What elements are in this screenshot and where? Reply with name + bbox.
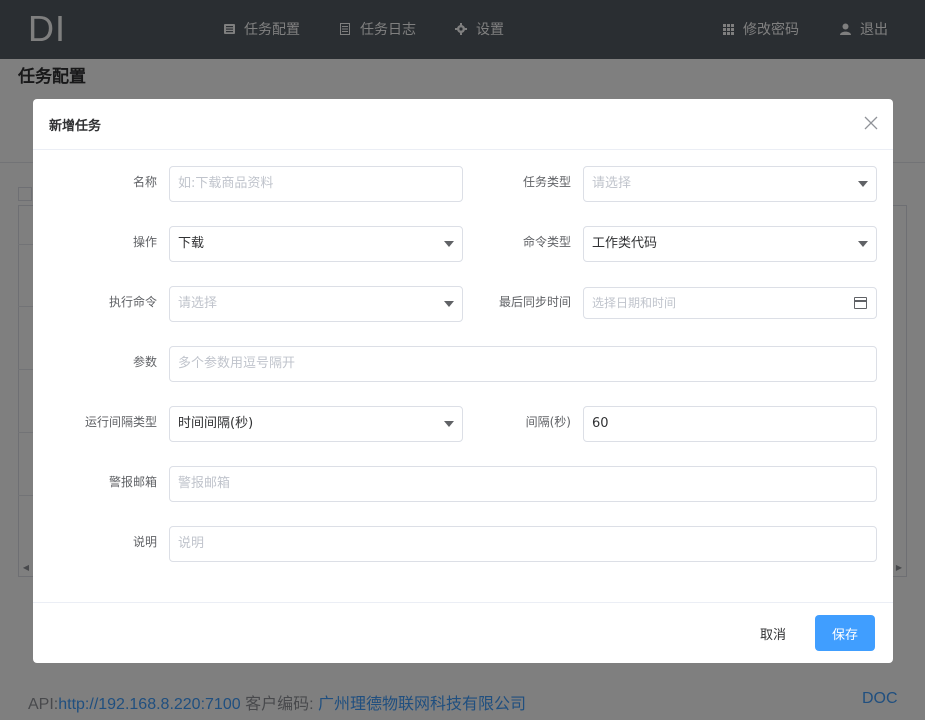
save-button[interactable]: 保存 [815, 615, 875, 651]
chevron-down-icon [858, 241, 868, 247]
last-sync-label: 最后同步时间 [498, 295, 571, 309]
alert-email-input[interactable]: 警报邮箱 [169, 466, 877, 502]
last-sync-datetime-picker[interactable]: 选择日期和时间 [583, 287, 877, 319]
description-input[interactable]: 说明 [169, 526, 877, 562]
exec-command-placeholder: 请选择 [178, 296, 218, 311]
name-input[interactable]: 如:下载商品资料 [169, 166, 463, 202]
chevron-down-icon [444, 301, 454, 307]
exec-command-label: 执行命令 [108, 295, 157, 309]
interval-type-value: 时间间隔(秒) [178, 416, 254, 431]
command-type-value: 工作类代码 [592, 236, 658, 251]
description-placeholder: 说明 [178, 536, 205, 551]
dialog-header-divider [33, 149, 893, 150]
dialog-title: 新增任务 [49, 119, 102, 134]
operation-value: 下载 [178, 236, 205, 251]
interval-type-label: 运行间隔类型 [84, 415, 157, 429]
cancel-button[interactable]: 取消 [745, 615, 801, 651]
interval-label: 间隔(秒) [525, 415, 571, 429]
params-input[interactable]: 多个参数用逗号隔开 [169, 346, 877, 382]
name-placeholder: 如:下载商品资料 [178, 176, 274, 191]
params-placeholder: 多个参数用逗号隔开 [178, 356, 296, 371]
chevron-down-icon [444, 241, 454, 247]
interval-type-select[interactable]: 时间间隔(秒) [169, 406, 463, 442]
chevron-down-icon [858, 181, 868, 187]
exec-command-select[interactable]: 请选择 [169, 286, 463, 322]
add-task-dialog: 新增任务 名称 如:下载商品资料 任务类型 请选择 操作 下载 命令类型 工作类… [33, 99, 893, 663]
name-label: 名称 [132, 175, 157, 189]
last-sync-placeholder: 选择日期和时间 [592, 296, 677, 310]
command-type-select[interactable]: 工作类代码 [583, 226, 877, 262]
interval-input[interactable]: 60 [583, 406, 877, 442]
task-type-label: 任务类型 [522, 175, 571, 189]
alert-email-placeholder: 警报邮箱 [178, 476, 231, 491]
calendar-icon [854, 297, 867, 309]
alert-email-label: 警报邮箱 [108, 475, 157, 489]
interval-value: 60 [592, 416, 609, 431]
chevron-down-icon [444, 421, 454, 427]
task-type-select[interactable]: 请选择 [583, 166, 877, 202]
dialog-footer-divider [33, 602, 893, 603]
params-label: 参数 [132, 355, 157, 369]
close-icon[interactable] [863, 115, 879, 131]
operation-select[interactable]: 下载 [169, 226, 463, 262]
description-label: 说明 [132, 535, 157, 549]
task-type-placeholder: 请选择 [592, 176, 632, 191]
command-type-label: 命令类型 [522, 235, 571, 249]
operation-label: 操作 [132, 235, 157, 249]
